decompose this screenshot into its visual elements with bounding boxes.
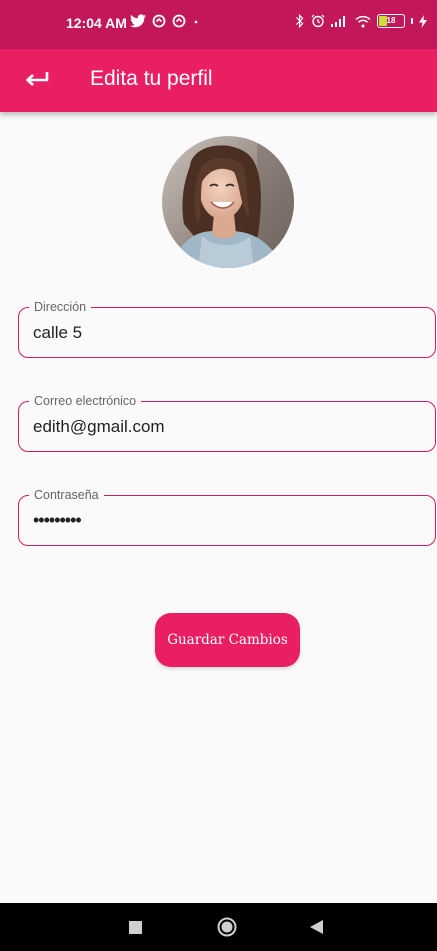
save-changes-button[interactable]: Guardar Cambios [155, 613, 300, 667]
notification-app-icon [152, 14, 166, 28]
address-label: Dirección [29, 299, 92, 315]
more-dot-icon [194, 20, 198, 24]
password-field: Contraseña [18, 487, 436, 546]
app-bar: Edita tu perfil [0, 49, 437, 112]
address-input[interactable] [19, 308, 435, 357]
battery-icon: 18 [377, 14, 405, 28]
password-label: Contraseña [29, 487, 104, 503]
twitter-icon [130, 14, 146, 28]
home-circle-icon[interactable] [217, 917, 237, 942]
back-arrow-icon[interactable] [22, 67, 52, 95]
recents-square-icon[interactable] [129, 921, 142, 939]
charging-icon [419, 14, 427, 28]
status-notification-icons [130, 14, 200, 28]
battery-nub [411, 18, 413, 24]
avatar [162, 136, 294, 268]
back-triangle-icon[interactable] [310, 920, 323, 939]
address-field: Dirección [18, 299, 436, 358]
page-title: Edita tu perfil [90, 67, 213, 90]
email-input[interactable] [19, 402, 435, 451]
wifi-icon [355, 15, 371, 27]
notification-app-icon-2 [172, 14, 186, 28]
email-label: Correo electrónico [29, 393, 142, 409]
email-field: Correo electrónico [18, 393, 436, 452]
bluetooth-icon [296, 14, 304, 28]
system-nav-bar [0, 903, 437, 951]
signal-icon [331, 16, 345, 27]
status-time: 12:04 AM [66, 15, 127, 31]
battery-level: 18 [386, 16, 396, 25]
status-system-icons: 18 [295, 14, 427, 28]
alarm-icon [311, 14, 325, 28]
password-input[interactable] [19, 496, 435, 545]
status-bar: 12:04 AM 18 [0, 0, 437, 49]
